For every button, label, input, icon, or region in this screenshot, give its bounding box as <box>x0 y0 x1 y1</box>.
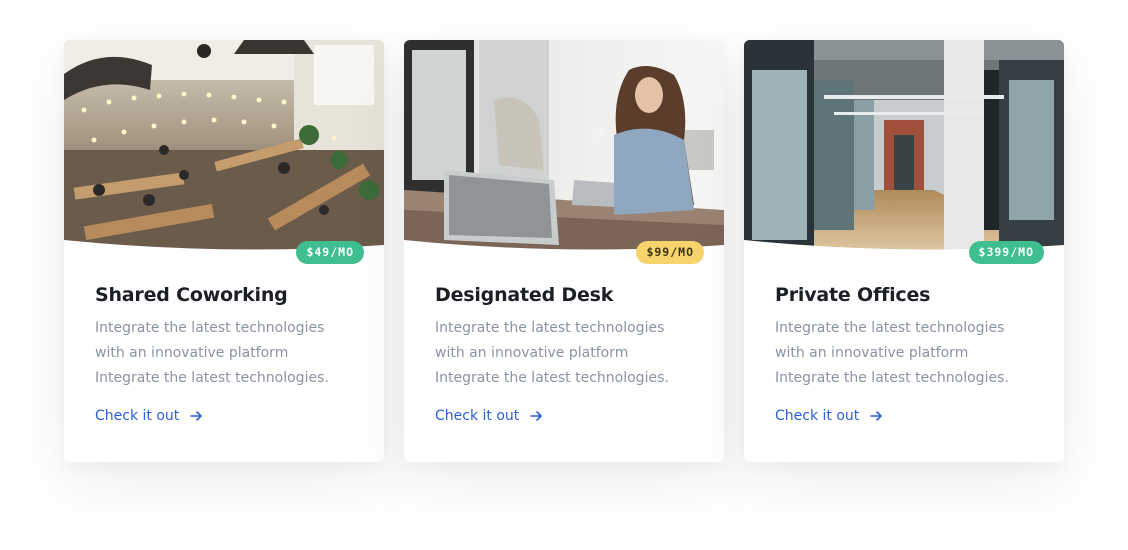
link-label: Check it out <box>95 408 180 424</box>
check-it-out-link[interactable]: Check it out <box>435 408 543 424</box>
description-line: Integrate the latest technologies <box>95 320 325 336</box>
card-designated-desk[interactable]: $99/MO Designated Desk Integrate the lat… <box>404 40 724 462</box>
description-line: with an innovative platform <box>775 345 969 361</box>
card-description: Integrate the latest technologies with a… <box>775 316 1045 391</box>
card-body: Designated Desk Integrate the latest tec… <box>435 280 705 425</box>
price-badge: $49/MO <box>296 241 364 264</box>
card-description: Integrate the latest technologies with a… <box>95 316 365 391</box>
card-title: Shared Coworking <box>95 284 288 306</box>
card-body: Private Offices Integrate the latest tec… <box>775 280 1045 425</box>
description-line: with an innovative platform <box>435 345 629 361</box>
desk-photo <box>404 40 724 254</box>
card-title: Designated Desk <box>435 284 614 306</box>
description-line: Integrate the latest technologies <box>775 320 1005 336</box>
office-corridor-photo <box>744 40 1064 254</box>
check-it-out-link[interactable]: Check it out <box>775 408 883 424</box>
arrow-right-icon <box>870 411 883 421</box>
description-line: Integrate the latest technologies. <box>95 370 329 386</box>
description-line: Integrate the latest technologies. <box>435 370 669 386</box>
card-image <box>64 40 384 254</box>
card-image <box>404 40 724 254</box>
link-label: Check it out <box>435 408 520 424</box>
arrow-right-icon <box>530 411 543 421</box>
price-badge: $99/MO <box>636 241 704 264</box>
description-line: Integrate the latest technologies <box>435 320 665 336</box>
link-label: Check it out <box>775 408 860 424</box>
card-description: Integrate the latest technologies with a… <box>435 316 705 391</box>
arrow-right-icon <box>190 411 203 421</box>
card-shared-coworking[interactable]: $49/MO Shared Coworking Integrate the la… <box>64 40 384 462</box>
coworking-photo <box>64 40 384 254</box>
card-body: Shared Coworking Integrate the latest te… <box>95 280 365 425</box>
pricing-cards-section: $49/MO Shared Coworking Integrate the la… <box>0 0 1128 550</box>
check-it-out-link[interactable]: Check it out <box>95 408 203 424</box>
card-title: Private Offices <box>775 284 931 306</box>
description-line: with an innovative platform <box>95 345 289 361</box>
price-badge: $399/MO <box>968 241 1044 264</box>
card-image <box>744 40 1064 254</box>
card-private-offices[interactable]: $399/MO Private Offices Integrate the la… <box>744 40 1064 462</box>
description-line: Integrate the latest technologies. <box>775 370 1009 386</box>
